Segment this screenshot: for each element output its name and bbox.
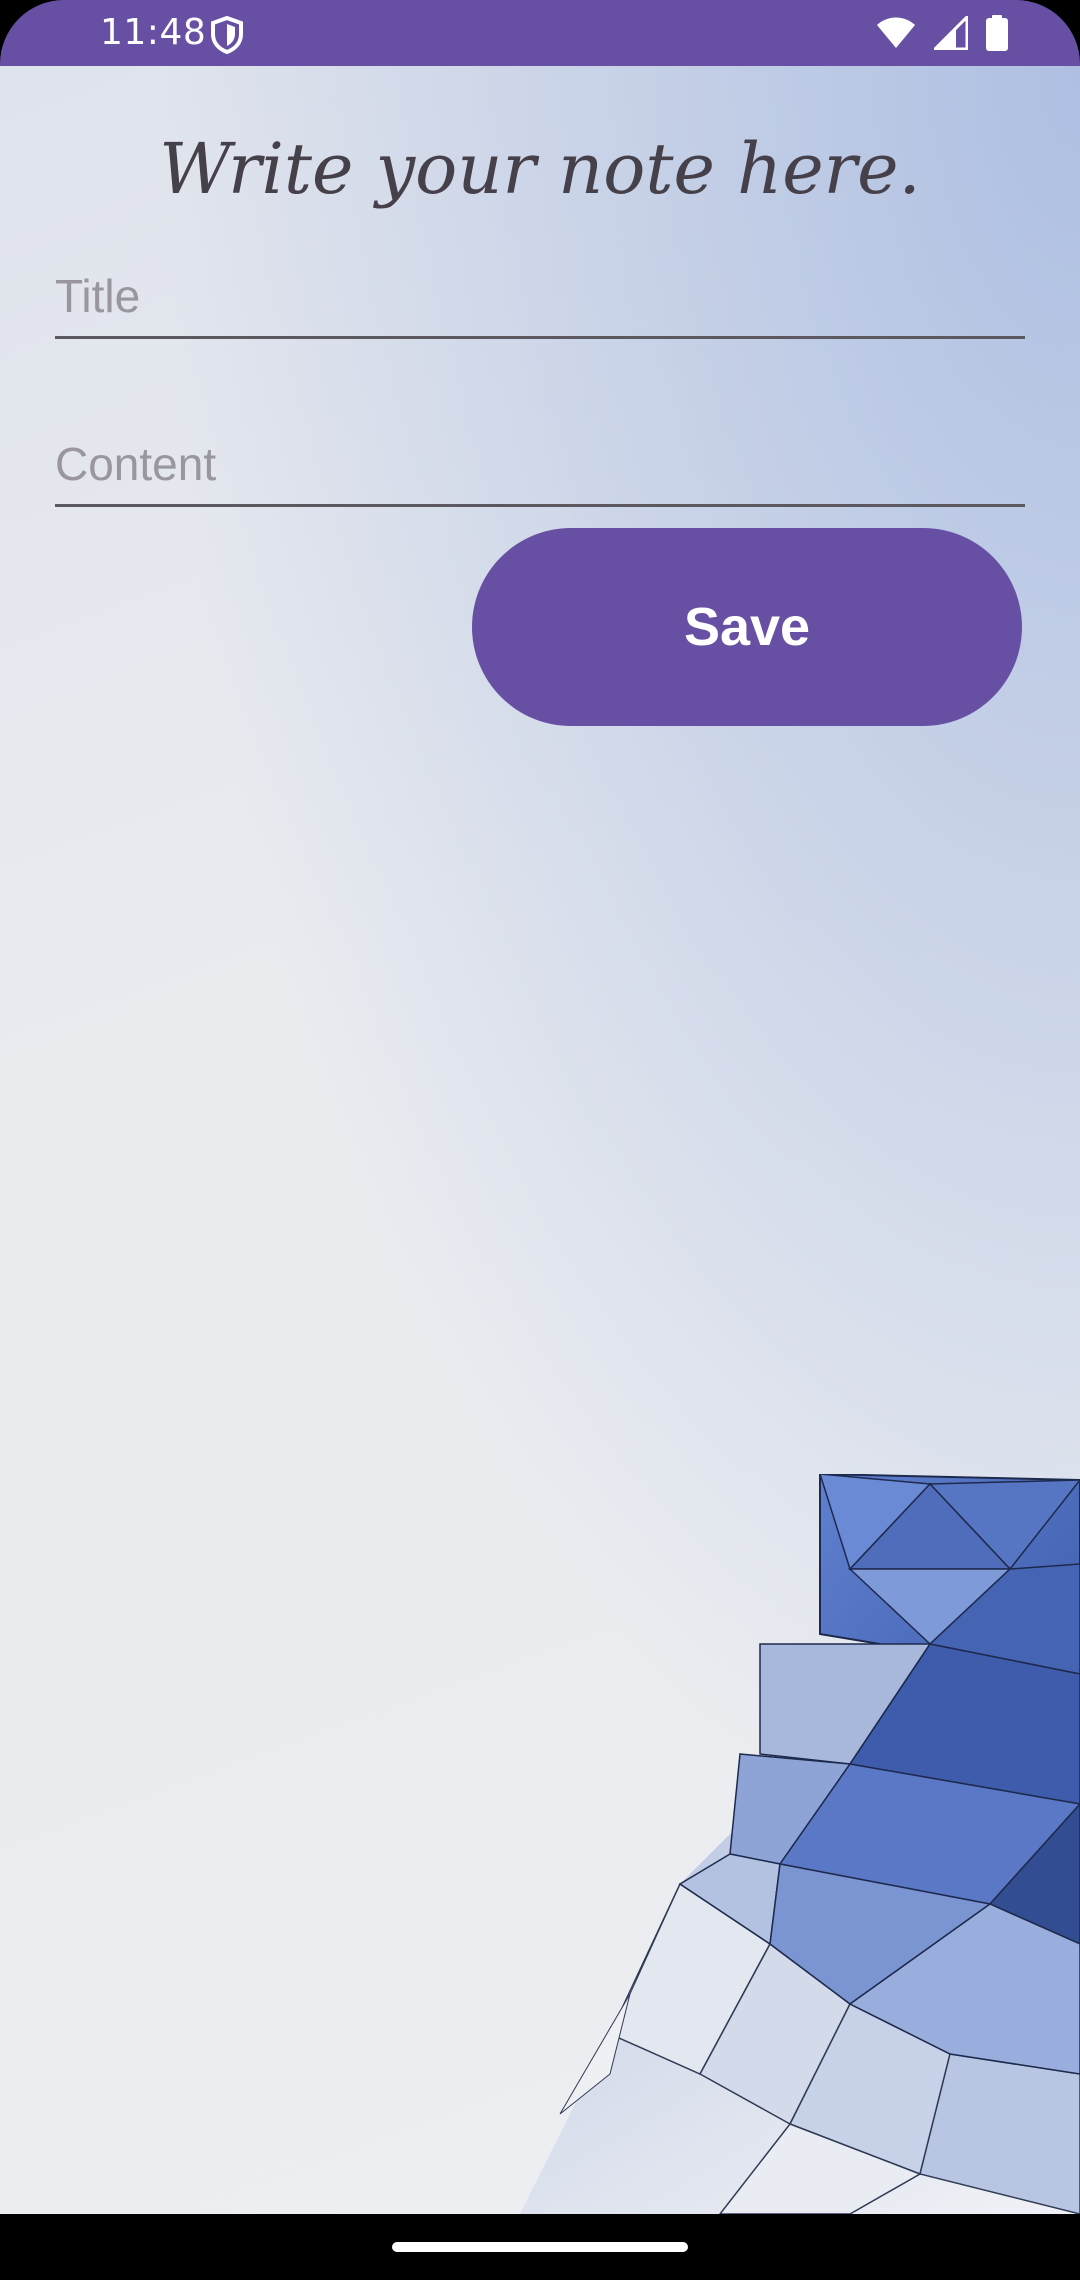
battery-icon — [986, 15, 1008, 51]
building-background-image — [520, 1474, 1080, 2214]
status-bar: 11:48 — [0, 0, 1080, 66]
content-input[interactable] — [55, 424, 1025, 504]
page-heading: Write your note here. — [159, 128, 921, 210]
content-field[interactable] — [55, 424, 1025, 507]
wifi-icon — [877, 17, 915, 48]
save-button[interactable]: Save — [472, 528, 1022, 726]
status-icons — [876, 14, 1008, 52]
status-time: 11:48 — [100, 12, 207, 53]
title-input[interactable] — [55, 256, 1025, 336]
title-field[interactable] — [55, 256, 1025, 339]
home-gesture-handle[interactable] — [392, 2242, 688, 2252]
note-editor-screen: Write your note here. Save — [0, 66, 1080, 2214]
shield-icon — [211, 16, 243, 54]
signal-icon — [934, 16, 968, 50]
navigation-bar — [0, 2214, 1080, 2280]
phone-frame: 11:48 Write your note here. Title Conten… — [0, 0, 1080, 2280]
